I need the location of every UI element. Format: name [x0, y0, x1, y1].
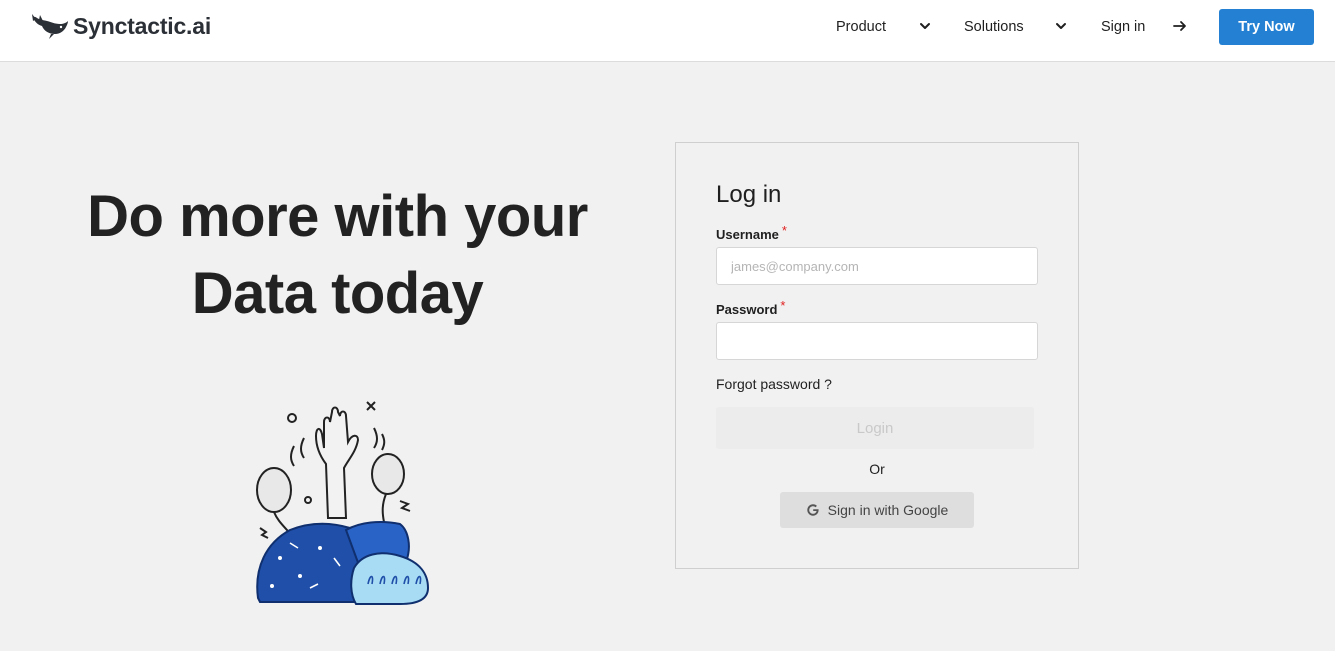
username-label: Username *	[716, 223, 787, 242]
whale-logo-icon	[32, 14, 68, 39]
brand-logo[interactable]: Synctactic.ai	[31, 12, 211, 40]
password-label: Password *	[716, 298, 785, 317]
google-sign-in-button[interactable]: Sign in with Google	[780, 492, 974, 528]
login-card: Log in Username* Password* Forgot passwo…	[675, 142, 1079, 569]
brand-name: Synctactic.ai	[73, 12, 212, 39]
hero-line-1: Do more with your	[87, 184, 588, 249]
username-label-text: Username	[716, 227, 779, 242]
celebration-illustration	[256, 401, 430, 605]
hero-heading: Do more with your Data today	[60, 178, 615, 332]
nav-product[interactable]: Product	[836, 0, 886, 54]
nav-sign-in[interactable]: Sign in	[1101, 0, 1145, 54]
password-input[interactable]	[716, 322, 1038, 360]
chevron-down-icon[interactable]	[1054, 19, 1068, 33]
arrow-right-icon[interactable]	[1172, 18, 1188, 34]
password-label-text: Password	[716, 302, 778, 317]
required-marker: *	[780, 298, 786, 313]
chevron-down-icon[interactable]	[918, 19, 932, 33]
google-button-label: Sign in with Google	[827, 502, 949, 518]
forgot-password-link[interactable]: Forgot password ?	[716, 376, 832, 392]
username-input[interactable]	[716, 247, 1038, 285]
or-divider: Or	[869, 461, 885, 477]
nav-solutions[interactable]: Solutions	[964, 0, 1024, 54]
google-g-icon	[806, 504, 819, 516]
login-title: Log in	[716, 181, 782, 208]
required-marker: *	[781, 223, 787, 238]
hero-line-2: Data today	[191, 261, 484, 326]
login-button[interactable]: Login	[716, 407, 1034, 449]
top-navbar: Synctactic.ai Product Solutions Sign in …	[0, 0, 1335, 62]
try-now-button[interactable]: Try Now	[1219, 9, 1314, 45]
